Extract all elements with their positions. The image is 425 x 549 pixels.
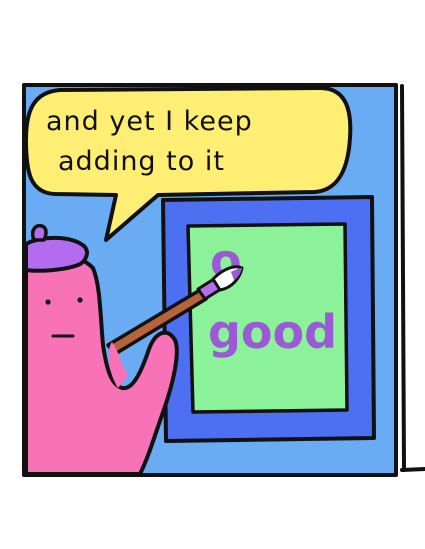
character-eye-left: [45, 299, 51, 305]
speech-line-2: adding to it: [58, 146, 225, 177]
comic-panel: good o and yet I keep adding to it: [22, 83, 425, 477]
next-panel-edge: [400, 84, 406, 472]
painted-word: good: [208, 305, 337, 359]
speech-line-1: and yet I keep: [46, 106, 253, 137]
beret-stem: [30, 223, 48, 242]
beret: [24, 235, 89, 273]
next-panel-bottom: [400, 467, 425, 472]
character-eye-right: [77, 297, 83, 303]
